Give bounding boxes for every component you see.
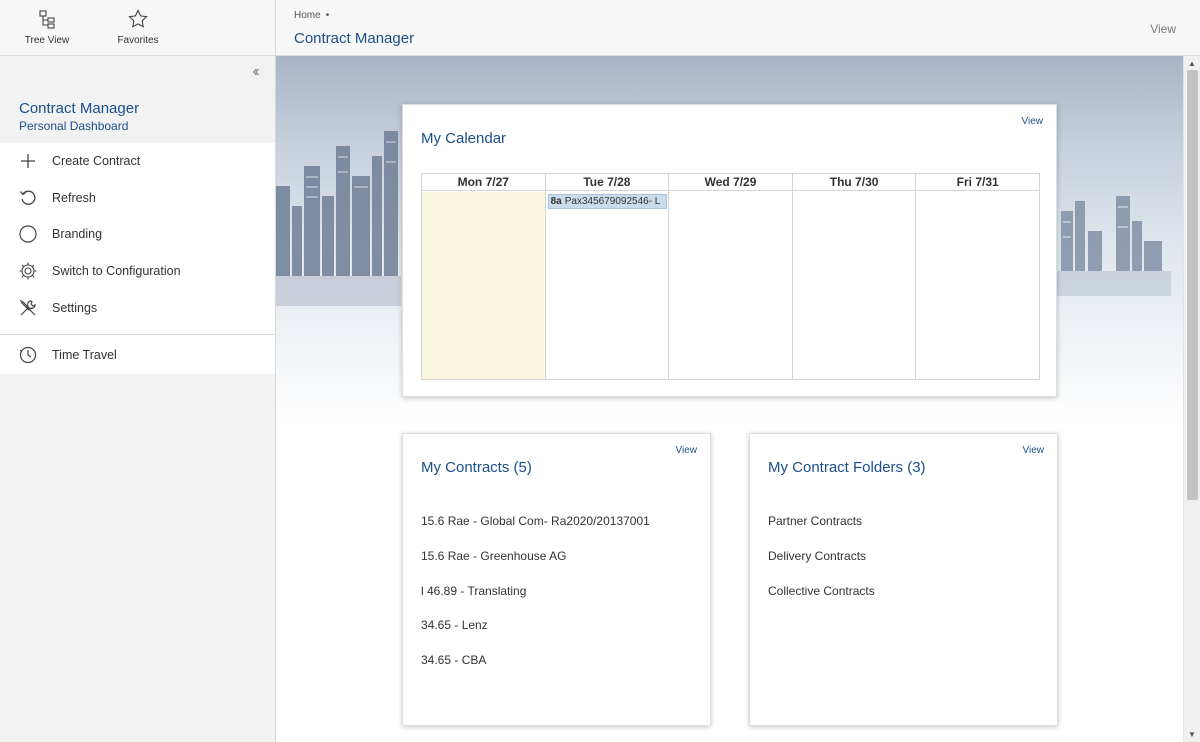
menu-branding-label: Branding	[52, 227, 103, 242]
calendar-day-column[interactable]: Mon 7/27	[422, 174, 546, 379]
calendar-title: My Calendar	[421, 130, 507, 147]
collapse-sidebar-button[interactable]: ‹‹	[252, 63, 259, 81]
contract-item[interactable]: 34.65 - Lenz	[421, 618, 650, 653]
menu-branding[interactable]: Branding	[0, 216, 275, 253]
breadcrumb: Home •	[294, 10, 329, 21]
gear-icon	[19, 262, 37, 280]
calendar-day-body[interactable]: 8a Pax345679092546- L	[545, 192, 669, 379]
calendar-day-body[interactable]	[792, 192, 916, 379]
skyline-left-image	[276, 131, 401, 306]
calendar-day-column[interactable]: Wed 7/29	[669, 174, 793, 379]
contract-item[interactable]: 15.6 Rae - Global Com- Ra2020/20137001	[421, 514, 650, 549]
calendar-day-column[interactable]: Fri 7/31	[916, 174, 1039, 379]
menu-settings-label: Settings	[52, 300, 98, 315]
page-title: Contract Manager	[294, 30, 415, 47]
sidebar-tabs: Tree View Favorites	[0, 0, 275, 56]
contract-item[interactable]: 34.65 - CBA	[421, 653, 650, 688]
calendar-day-header: Mon 7/27	[422, 174, 545, 191]
tab-favorites-label: Favorites	[117, 35, 159, 46]
folders-view-link[interactable]: View	[1023, 445, 1045, 456]
calendar-day-body[interactable]	[916, 192, 1039, 379]
plus-icon	[21, 154, 35, 169]
contracts-view-link[interactable]: View	[676, 445, 698, 456]
tab-tree-view-label: Tree View	[24, 35, 70, 46]
folders-card: My Contract Folders (3) View Partner Con…	[749, 433, 1058, 726]
sidebar-title: Contract Manager	[19, 100, 140, 117]
sidebar-header: Contract Manager Personal Dashboard	[19, 100, 139, 133]
clock-icon	[19, 347, 37, 364]
sidebar-subtitle: Personal Dashboard	[19, 119, 129, 133]
calendar-grid: Mon 7/27 Tue 7/28 8a Pax345679092546- L W…	[421, 173, 1040, 380]
scroll-up-arrow[interactable]: ▲	[1188, 59, 1196, 68]
calendar-event-time: 8a	[550, 196, 562, 207]
star-icon	[128, 9, 148, 28]
menu-create-contract[interactable]: Create Contract	[0, 143, 275, 180]
calendar-day-header: Tue 7/28	[545, 174, 669, 191]
menu-switch-configuration-label: Switch to Configuration	[52, 264, 181, 279]
sidebar-menu: Create Contract Refresh Branding Switch …	[0, 143, 275, 374]
header-view-button[interactable]: View	[1150, 22, 1176, 36]
scrollbar-thumb[interactable]	[1187, 70, 1198, 500]
menu-refresh-label: Refresh	[52, 190, 96, 205]
menu-create-contract-label: Create Contract	[52, 154, 141, 169]
contracts-card: My Contracts (5) View 15.6 Rae - Global …	[402, 433, 711, 726]
wrench-screwdriver-icon	[19, 299, 36, 316]
circle-icon	[19, 225, 37, 244]
folder-item[interactable]: Partner Contracts	[768, 514, 875, 549]
calendar-day-body[interactable]	[422, 192, 545, 379]
dashboard-content: My Calendar View Mon 7/27 Tue 7/28 8a Pax…	[276, 56, 1183, 742]
calendar-day-body[interactable]	[669, 192, 792, 379]
calendar-day-column[interactable]: Tue 7/28 8a Pax345679092546- L	[545, 174, 670, 379]
menu-switch-configuration[interactable]: Switch to Configuration	[0, 253, 275, 290]
calendar-event[interactable]: 8a Pax345679092546- L	[547, 194, 667, 209]
calendar-card: My Calendar View Mon 7/27 Tue 7/28 8a Pax…	[402, 104, 1057, 397]
breadcrumb-separator: •	[325, 10, 330, 21]
vertical-scrollbar[interactable]: ▲ ▼	[1183, 56, 1200, 742]
menu-refresh[interactable]: Refresh	[0, 180, 275, 217]
contracts-title: My Contracts (5)	[421, 459, 532, 476]
breadcrumb-home[interactable]: Home	[294, 10, 321, 21]
calendar-day-header: Wed 7/29	[669, 174, 792, 191]
calendar-day-header: Fri 7/31	[916, 174, 1039, 191]
menu-divider	[0, 333, 275, 335]
folder-item[interactable]: Collective Contracts	[768, 584, 875, 619]
menu-time-travel-label: Time Travel	[52, 348, 117, 363]
folder-item[interactable]: Delivery Contracts	[768, 549, 875, 584]
calendar-day-header: Thu 7/30	[792, 174, 916, 191]
scroll-down-arrow[interactable]: ▼	[1188, 730, 1196, 739]
tree-view-icon	[39, 10, 55, 29]
tab-favorites[interactable]: Favorites	[103, 0, 173, 55]
calendar-day-column[interactable]: Thu 7/30	[792, 174, 917, 379]
double-chevron-left-icon: ‹‹	[252, 63, 259, 80]
page-header: Home • Contract Manager View	[276, 0, 1200, 56]
folders-list: Partner Contracts Delivery Contracts Col…	[768, 514, 875, 618]
skyline-right-image	[1056, 196, 1171, 296]
menu-settings[interactable]: Settings	[0, 289, 275, 326]
contract-item[interactable]: l 46.89 - Translating	[421, 584, 650, 619]
tab-tree-view[interactable]: Tree View	[12, 0, 82, 55]
folders-title: My Contract Folders (3)	[768, 459, 926, 476]
refresh-icon	[20, 190, 36, 205]
contract-item[interactable]: 15.6 Rae - Greenhouse AG	[421, 549, 650, 584]
sidebar: Tree View Favorites ‹‹ Contract Manager …	[0, 0, 276, 742]
contracts-list: 15.6 Rae - Global Com- Ra2020/20137001 1…	[421, 514, 650, 688]
calendar-event-text: Pax345679092546- L	[564, 196, 661, 207]
menu-time-travel[interactable]: Time Travel	[0, 337, 275, 374]
calendar-view-link[interactable]: View	[1022, 116, 1044, 127]
